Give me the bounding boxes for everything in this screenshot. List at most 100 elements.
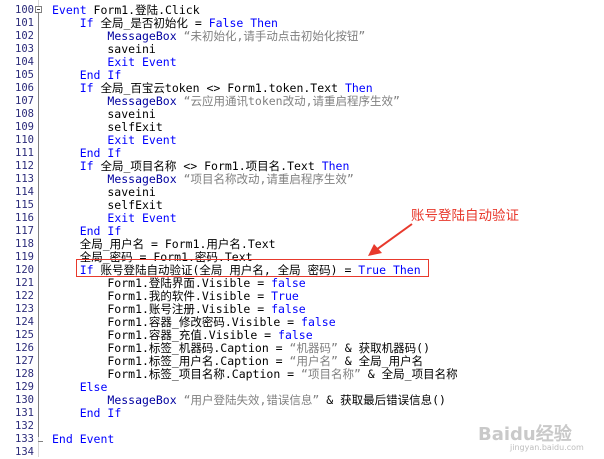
line-number: 127 (15, 355, 34, 367)
code-token: “用户登陆失效,错误信息” (176, 393, 320, 407)
line-number: 124 (15, 316, 34, 328)
line-number: 131 (15, 407, 34, 419)
code-token: Form1.账号注册.Visible = (52, 302, 272, 316)
line-number: 109 (15, 121, 34, 133)
line-number: 108 (15, 108, 34, 120)
code-token: 全局_百宝云token <> Form1.token.Text (93, 81, 345, 95)
code-token: Then (344, 81, 373, 95)
code-token: & 获取机器码() (337, 341, 430, 355)
annotation-label: 账号登陆自动验证 (411, 208, 519, 224)
code-token: 全局_用户名 = Form1.用户名.Text (52, 237, 276, 251)
line-number: 102 (15, 30, 34, 42)
code-text: End Event (52, 433, 114, 446)
code-token: End If (79, 68, 122, 82)
code-token: Form1.容器_修改密码.Visible = (52, 315, 302, 329)
code-token: “云应用通讯token改动,请重启程序生效” (176, 94, 400, 108)
code-token: End If (79, 406, 122, 420)
line-number: 107 (15, 95, 34, 107)
line-number: 117 (15, 225, 34, 237)
code-token: Then (250, 16, 278, 30)
line-number: 106 (15, 82, 34, 94)
line-number: 113 (15, 173, 34, 185)
code-token: MessageBox (107, 94, 177, 108)
code-token: Exit Event (107, 55, 177, 69)
code-token: MessageBox (107, 172, 177, 186)
code-token: saveini (52, 42, 156, 56)
line-number: 120 (15, 264, 34, 276)
code-token: MessageBox (107, 29, 177, 43)
line-number: 119 (15, 251, 34, 263)
code-token: & 获取最后错误信息() (319, 393, 446, 407)
line-number: 129 (15, 381, 34, 393)
code-token: “未初始化,请手动点击初始化按钮” (176, 29, 366, 43)
fold-guide (38, 13, 39, 437)
line-number: 112 (15, 160, 34, 172)
line-number: 133 (15, 433, 34, 445)
code-token: false (271, 302, 306, 316)
code-token: If (79, 159, 94, 173)
annotation-arrow-icon (368, 223, 413, 256)
fold-toggle-icon[interactable] (35, 6, 42, 13)
line-number: 122 (15, 290, 34, 302)
code-token: False (208, 16, 244, 30)
line-number: 132 (15, 420, 34, 432)
code-token: End Event (52, 432, 115, 446)
fold-end-marker (38, 441, 43, 442)
code-token: “用户名” (289, 354, 338, 368)
line-number: 126 (15, 342, 34, 354)
code-token: Form1.我的软件.Visible = (52, 289, 272, 303)
line-number: 103 (15, 43, 34, 55)
highlight-box (76, 259, 429, 277)
line-number: 110 (15, 134, 34, 146)
line-number: 125 (15, 329, 34, 341)
line-number: 128 (15, 368, 34, 380)
code-token: “项目名称改动,请重启程序生效” (176, 172, 354, 186)
code-token: false (301, 315, 336, 329)
code-token: True (271, 289, 299, 303)
code-token: Form1.标签_机器码.Caption = (52, 341, 290, 355)
watermark-url: jingyan.baidu.com (510, 443, 584, 452)
code-token: saveini (52, 107, 156, 121)
code-token: Form1.登陆界面.Visible = (52, 276, 272, 290)
code-token: End If (79, 146, 122, 160)
line-number: 116 (15, 212, 34, 224)
line-number: 105 (15, 69, 34, 81)
code-editor[interactable]: 100 Event Form1.登陆.Click 101 If 全局_是否初始化 =… (0, 0, 604, 458)
code-token: saveini (52, 185, 156, 199)
line-number: 123 (15, 303, 34, 315)
code-token: Form1.容器_充值.Visible = (52, 328, 279, 342)
code-token: If (79, 16, 94, 30)
code-token: Exit Event (107, 133, 177, 147)
code-line[interactable]: 131 End If (0, 407, 604, 420)
code-token: & 全局_项目名称 (360, 367, 458, 381)
line-number: 115 (15, 199, 34, 211)
line-number: 114 (15, 186, 34, 198)
code-token: selfExit (52, 120, 163, 134)
line-number: 104 (15, 56, 34, 68)
code-text: Form1.标签_项目名称.Caption = “项目名称” & 全局_项目名称 (52, 367, 458, 381)
code-token: false (278, 328, 313, 342)
code-token: MessageBox (107, 393, 177, 407)
line-number: 101 (15, 17, 34, 29)
line-number: 111 (15, 147, 34, 159)
code-token: Else (79, 380, 108, 394)
code-text: End If (52, 406, 122, 420)
code-token: Form1.登陆.Click (86, 3, 200, 17)
code-token: false (271, 276, 306, 290)
code-token: Exit Event (107, 211, 177, 225)
code-token: “项目名称” (301, 367, 361, 381)
